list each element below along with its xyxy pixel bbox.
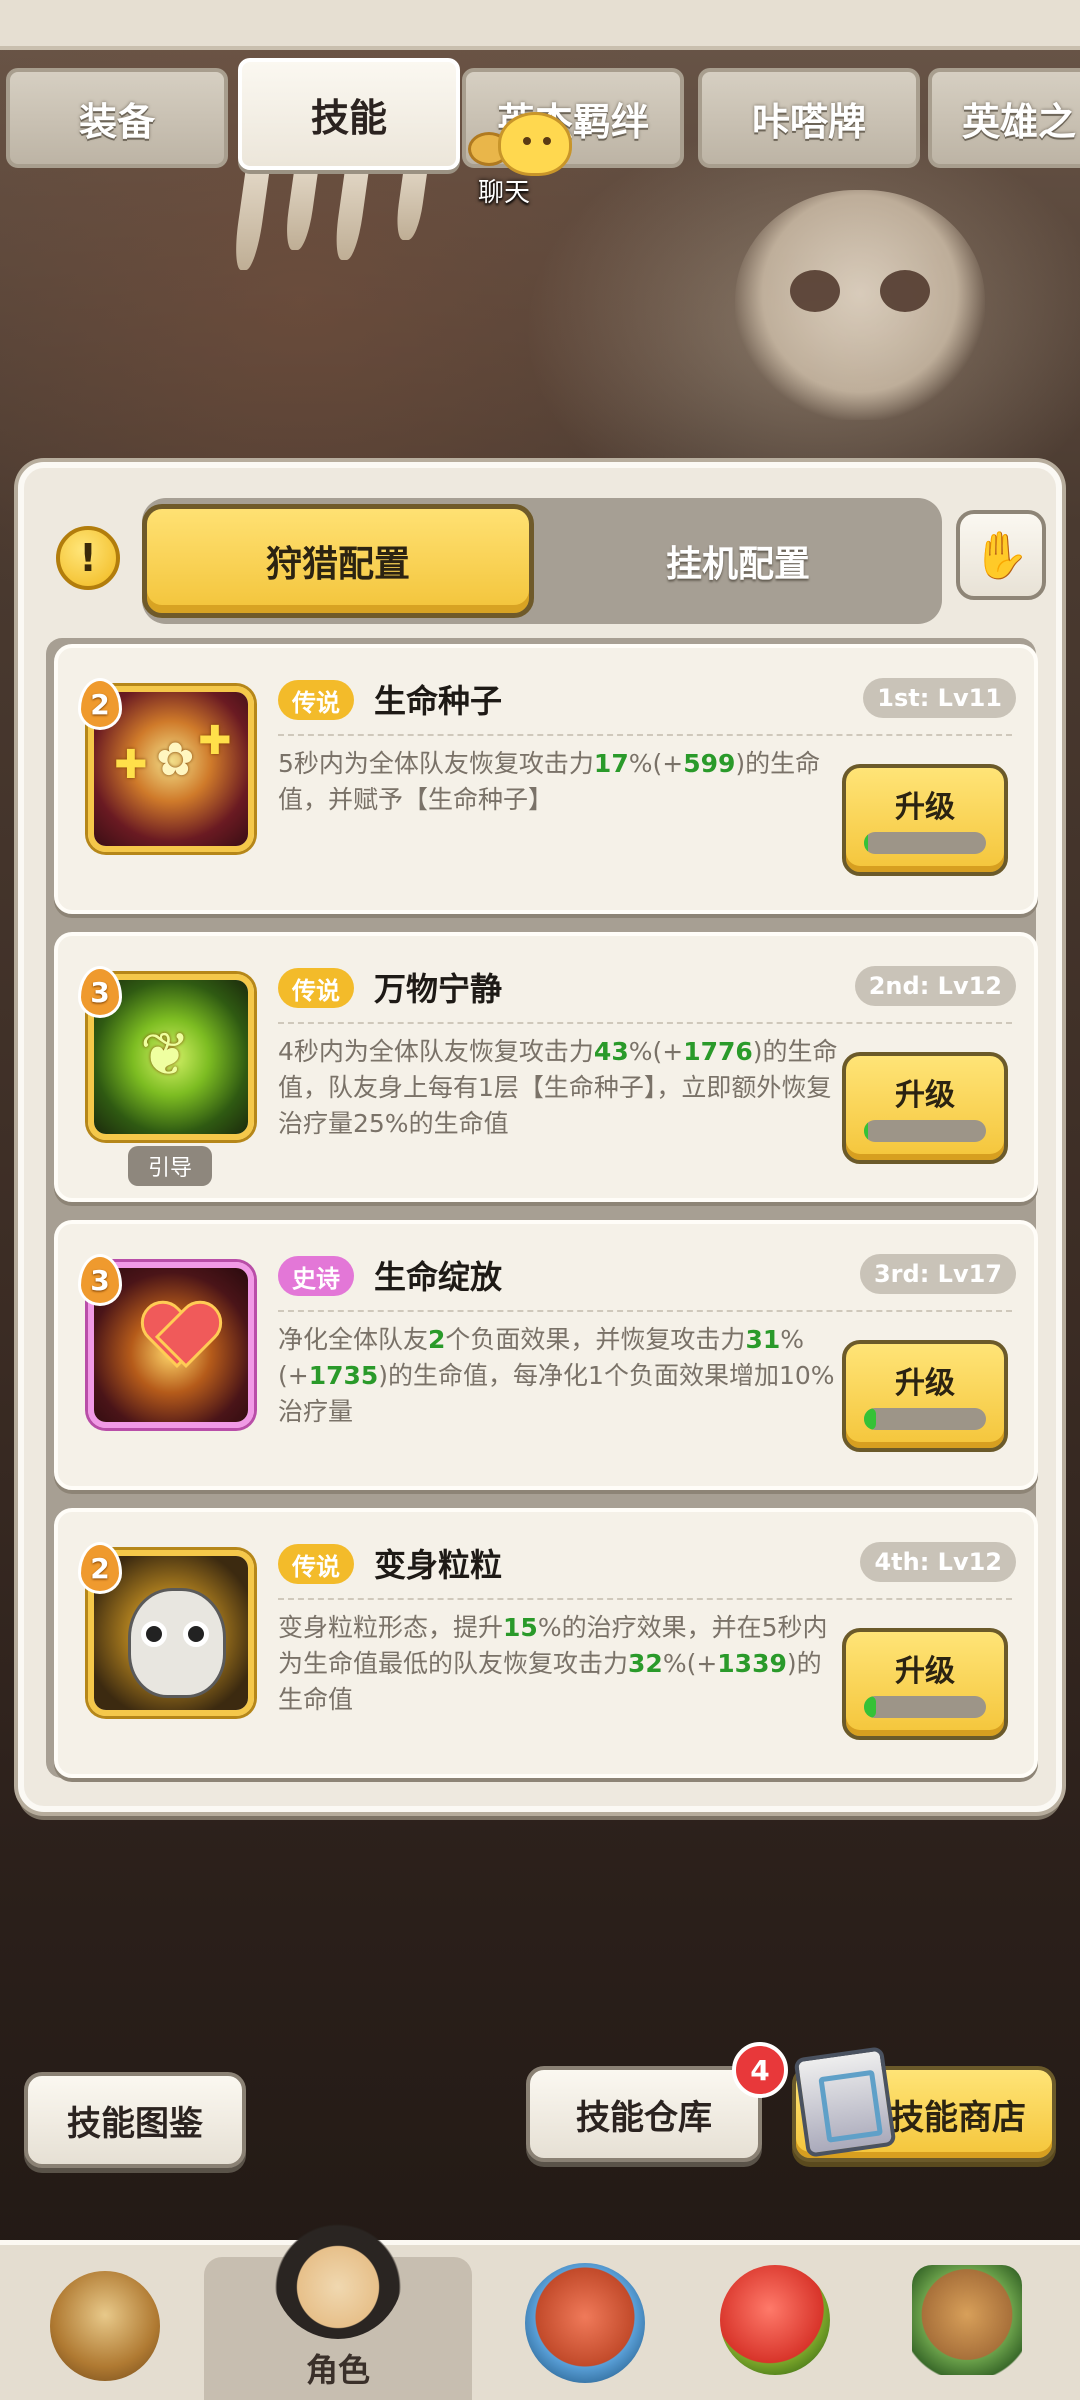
upgrade-progress-bar: [864, 1696, 986, 1718]
chat-label: 聊天: [478, 178, 531, 208]
totem-icon: [912, 2265, 1022, 2375]
upgrade-button[interactable]: 升级: [842, 1628, 1008, 1740]
upgrade-progress-bar: [864, 832, 986, 854]
skill-description: 4秒内为全体队友恢复攻击力43%(+1776)的生命值，队友身上每有1层【生命种…: [278, 1037, 838, 1138]
help-card-icon: ✋: [972, 527, 1030, 582]
nav-dino[interactable]: [680, 2257, 870, 2400]
rarity-badge: 传说: [278, 680, 354, 720]
tab-skills[interactable]: 技能: [238, 58, 460, 170]
upgrade-progress-bar: [864, 1408, 986, 1430]
upgrade-button[interactable]: 升级: [842, 1340, 1008, 1452]
nav-hero[interactable]: [10, 2257, 200, 2400]
skill-slot-level: 3rd: Lv17: [859, 1254, 1016, 1294]
top-strip: [0, 0, 1080, 50]
hunt-config-button[interactable]: 狩猎配置: [142, 504, 534, 618]
nav-role[interactable]: 角色: [204, 2209, 472, 2400]
skill-name: 变身粒粒: [374, 1546, 503, 1584]
skill-card-4[interactable]: 2 传说 变身粒粒 4th: Lv12 变身粒粒形态，提升15%的治疗效果，并在…: [54, 1508, 1038, 1778]
divider: [278, 1022, 1012, 1024]
skill-card-2[interactable]: 3 ❦ 引导 传说 万物宁静 2nd: Lv12 4秒内为全体队友恢复攻击力43…: [54, 932, 1038, 1202]
nav-role-label: 角色: [305, 2351, 370, 2389]
warning-icon[interactable]: !: [56, 526, 120, 590]
tab-equipment[interactable]: 装备: [6, 68, 228, 168]
upgrade-button[interactable]: 升级: [842, 764, 1008, 876]
skill-codex-button[interactable]: 技能图鉴: [24, 2072, 246, 2168]
bottom-nav: 角色: [0, 2209, 1080, 2400]
skill-description: 变身粒粒形态，提升15%的治疗效果，并在5秒内为生命值最低的队友恢复攻击力32%…: [278, 1613, 828, 1714]
chat-button[interactable]: 聊天: [462, 108, 582, 208]
hero-viking-icon: [50, 2271, 160, 2381]
nav-mask[interactable]: [490, 2257, 680, 2400]
red-dino-icon: [720, 2265, 830, 2375]
storage-notification-badge: 4: [732, 2042, 788, 2098]
background-skull: [735, 190, 985, 420]
divider: [278, 734, 1012, 736]
skill-slot-level: 2nd: Lv12: [854, 966, 1016, 1006]
role-avatar-icon: [273, 2209, 403, 2339]
skill-card-1[interactable]: 2 ✚ ✚ ✿ 传说 生命种子 1st: Lv11 5秒内为全体队友恢复攻击力1…: [54, 644, 1038, 914]
config-switch: 狩猎配置 挂机配置: [142, 498, 942, 624]
rarity-badge: 史诗: [278, 1256, 354, 1296]
tribal-mask-icon: [525, 2263, 645, 2383]
skill-slot-level: 4th: Lv12: [860, 1542, 1016, 1582]
upgrade-progress-bar: [864, 1120, 986, 1142]
divider: [278, 1598, 1012, 1600]
rarity-badge: 传说: [278, 1544, 354, 1584]
idle-config-button[interactable]: 挂机配置: [542, 504, 934, 618]
channel-tag: 引导: [128, 1146, 212, 1186]
tab-card[interactable]: 咔嗒牌: [698, 68, 920, 168]
help-card-button[interactable]: ✋: [956, 510, 1046, 600]
skill-description: 5秒内为全体队友恢复攻击力17%(+599)的生命值，并赋予【生命种子】: [278, 749, 821, 814]
skill-description: 净化全体队友2个负面效果，并恢复攻击力31%(+1735)的生命值，每净化1个负…: [278, 1325, 835, 1426]
skill-slot-level: 1st: Lv11: [863, 678, 1016, 718]
rarity-badge: 传说: [278, 968, 354, 1008]
shop-frame-icon: [793, 2046, 897, 2158]
skill-name: 万物宁静: [374, 970, 503, 1008]
skill-panel: ! 狩猎配置 挂机配置 ✋ 2 ✚ ✚ ✿ 传说 生命种子 1st: Lv11 …: [18, 462, 1062, 1812]
skill-name: 生命种子: [374, 682, 503, 720]
skill-card-3[interactable]: 3 史诗 生命绽放 3rd: Lv17 净化全体队友2个负面效果，并恢复攻击力3…: [54, 1220, 1038, 1490]
chat-face-icon: [498, 112, 572, 176]
upgrade-button[interactable]: 升级: [842, 1052, 1008, 1164]
divider: [278, 1310, 1012, 1312]
skill-name: 生命绽放: [374, 1258, 503, 1296]
skill-storage-button[interactable]: 技能仓库: [526, 2066, 762, 2162]
tab-hero-more[interactable]: 英雄之: [928, 68, 1080, 168]
nav-totem[interactable]: [872, 2257, 1062, 2400]
